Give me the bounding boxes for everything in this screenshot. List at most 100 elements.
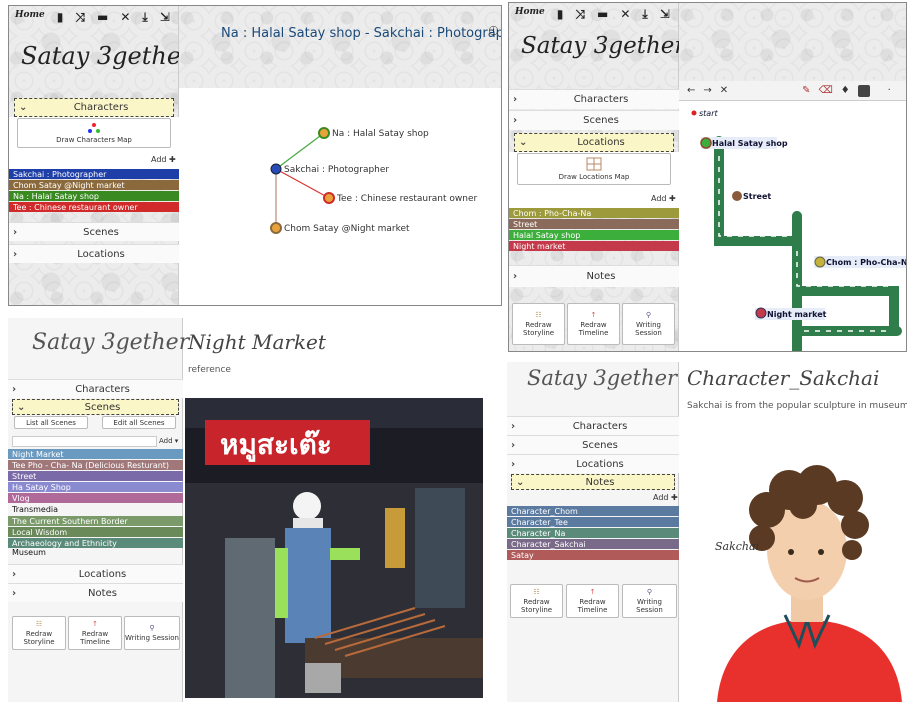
map-label-street: Street xyxy=(743,192,771,201)
add-character-button[interactable]: Add ✚ xyxy=(151,155,176,164)
marker-night[interactable] xyxy=(755,307,767,319)
download-icon[interactable]: ⤓ xyxy=(642,7,647,22)
scene-row[interactable]: Ha Satay Shop xyxy=(8,482,183,492)
shuffle-icon[interactable]: ⤨ xyxy=(575,7,585,22)
sidebar: Satay 3gether › Characters › Scenes › Lo… xyxy=(507,362,679,702)
draw-locations-map-button[interactable]: Draw Locations Map xyxy=(517,153,671,185)
add-location-button[interactable]: Add ✚ xyxy=(651,194,676,203)
character-row[interactable]: Sakchai : Photographer xyxy=(9,169,179,179)
marker-street[interactable] xyxy=(732,191,742,201)
scene-row[interactable]: Vlog xyxy=(8,493,183,503)
chevron-right-icon: › xyxy=(13,248,18,260)
accordion-scenes[interactable]: ⌄ Scenes xyxy=(12,399,179,415)
note-row[interactable]: Satay xyxy=(507,550,679,560)
note-row[interactable]: Character_Na xyxy=(507,528,679,538)
map-label-night: Night market xyxy=(767,310,827,319)
group-transmedia[interactable]: Transmedia xyxy=(8,505,58,514)
node-sakchai[interactable] xyxy=(270,163,282,175)
open-folder-icon[interactable]: ▬ xyxy=(97,10,108,25)
close-icon[interactable]: ✕ xyxy=(720,85,728,96)
accordion-locations[interactable]: › Locations xyxy=(507,454,679,473)
more-icon[interactable]: · xyxy=(888,85,891,96)
close-icon[interactable]: ✕ xyxy=(120,10,130,25)
scene-row[interactable]: Archaeology and Ethnicity xyxy=(8,538,183,548)
node-chom[interactable] xyxy=(270,222,282,234)
storyline-icon: ☷ xyxy=(535,311,542,319)
accordion-characters[interactable]: ⌄ Characters xyxy=(14,98,174,117)
eraser-icon[interactable]: ⌫ xyxy=(819,85,833,96)
redraw-storyline-button[interactable]: ☷ Redraw Storyline xyxy=(512,303,565,345)
writing-session-button[interactable]: ⚲ Writing Session xyxy=(124,616,180,650)
scene-row[interactable]: Local Wisdom xyxy=(8,527,183,537)
open-folder-icon[interactable]: ▬ xyxy=(597,7,608,22)
scene-row[interactable]: Tee Pho - Cha- Na (Delicious Resturant) xyxy=(8,460,183,470)
marker-chom[interactable] xyxy=(814,256,826,268)
start-marker[interactable] xyxy=(691,110,697,116)
list-all-scenes-button[interactable]: List all Scenes xyxy=(14,416,88,429)
fill-icon[interactable]: ♦ xyxy=(841,85,850,96)
accordion-scenes[interactable]: › Scenes xyxy=(507,435,679,454)
scene-search-input[interactable] xyxy=(12,436,157,447)
location-row[interactable]: Street xyxy=(509,219,679,229)
accordion-notes[interactable]: › Notes xyxy=(8,583,183,602)
accordion-scenes[interactable]: › Scenes xyxy=(9,222,179,241)
redraw-timeline-button[interactable]: ↑ Redraw Timeline xyxy=(566,584,619,618)
export-icon[interactable]: ⇲ xyxy=(660,7,670,22)
node-tee[interactable] xyxy=(323,192,335,204)
color-swatch[interactable] xyxy=(857,84,870,97)
scene-row[interactable]: Night Market xyxy=(8,449,183,459)
accordion-characters[interactable]: › Characters xyxy=(509,89,679,109)
note-row[interactable]: Character_Chom xyxy=(507,506,679,516)
home-button[interactable]: Home xyxy=(515,7,545,22)
accordion-characters[interactable]: › Characters xyxy=(8,379,183,398)
pencil-icon[interactable]: ✎ xyxy=(802,85,810,96)
character-row[interactable]: Chom Satay @Night market xyxy=(9,180,179,190)
home-button[interactable]: Home xyxy=(15,10,45,25)
locations-map-screen: Home ▮ ⤨ ▬ ✕ ⤓ ⇲ Satay 3gether › Charact… xyxy=(508,2,907,352)
scene-screen: Satay 3gether › Characters ⌄ Scenes List… xyxy=(8,318,500,702)
node-label-chom: Chom Satay @Night market xyxy=(284,224,410,234)
accordion-locations[interactable]: › Locations xyxy=(9,244,179,263)
writing-session-button[interactable]: ⚲ Writing Session xyxy=(622,303,675,345)
accordion-locations[interactable]: › Locations xyxy=(8,564,183,583)
arrow-left-icon[interactable]: ← xyxy=(687,85,695,96)
arrow-right-icon[interactable]: → xyxy=(703,85,711,96)
location-row[interactable]: Chom : Pho-Cha-Na xyxy=(509,208,679,218)
scene-row[interactable]: Street xyxy=(8,471,183,481)
node-na[interactable] xyxy=(318,127,330,139)
app-logo: Satay 3gether xyxy=(21,42,193,70)
redraw-storyline-button[interactable]: ☷ Redraw Storyline xyxy=(510,584,563,618)
character-row[interactable]: Tee : Chinese restaurant owner xyxy=(9,202,179,212)
new-file-icon[interactable]: ▮ xyxy=(557,7,564,22)
note-row[interactable]: Character_Sakchai xyxy=(507,539,679,549)
accordion-scenes[interactable]: › Scenes xyxy=(509,110,679,130)
scene-row[interactable]: The Current Southern Border xyxy=(8,516,183,526)
shuffle-icon[interactable]: ⤨ xyxy=(75,10,85,25)
new-file-icon[interactable]: ▮ xyxy=(57,10,64,25)
marker-halal[interactable] xyxy=(700,137,712,149)
page-subtitle: reference xyxy=(188,365,231,375)
group-museum[interactable]: Museum xyxy=(8,548,46,557)
accordion-locations[interactable]: ⌄ Locations xyxy=(514,133,674,152)
accordion-characters[interactable]: › Characters xyxy=(507,416,679,435)
note-row[interactable]: Character_Tee xyxy=(507,517,679,527)
add-scene-button[interactable]: Add ▾ xyxy=(159,437,178,445)
location-row[interactable]: Night market xyxy=(509,241,679,251)
location-row[interactable]: Halal Satay shop xyxy=(509,230,679,240)
edit-all-scenes-button[interactable]: Edit all Scenes xyxy=(102,416,176,429)
redraw-storyline-button[interactable]: ☷ Redraw Storyline xyxy=(12,616,66,650)
character-row[interactable]: Na : Halal Satay shop xyxy=(9,191,179,201)
download-icon[interactable]: ⤓ xyxy=(142,10,147,25)
info-icon[interactable]: ⓘ xyxy=(489,24,498,37)
magnifier-icon: ⚲ xyxy=(645,311,652,319)
timeline-icon: ↑ xyxy=(590,311,597,319)
accordion-notes[interactable]: ⌄ Notes xyxy=(511,474,675,490)
redraw-timeline-button[interactable]: ↑ Redraw Timeline xyxy=(68,616,122,650)
add-note-button[interactable]: Add ✚ xyxy=(653,493,678,502)
close-icon[interactable]: ✕ xyxy=(620,7,630,22)
redraw-timeline-button[interactable]: ↑ Redraw Timeline xyxy=(567,303,620,345)
draw-characters-map-button[interactable]: Draw Characters Map xyxy=(17,118,171,148)
writing-session-button[interactable]: ⚲ Writing Session xyxy=(622,584,677,618)
export-icon[interactable]: ⇲ xyxy=(160,10,170,25)
accordion-notes[interactable]: › Notes xyxy=(509,265,679,287)
